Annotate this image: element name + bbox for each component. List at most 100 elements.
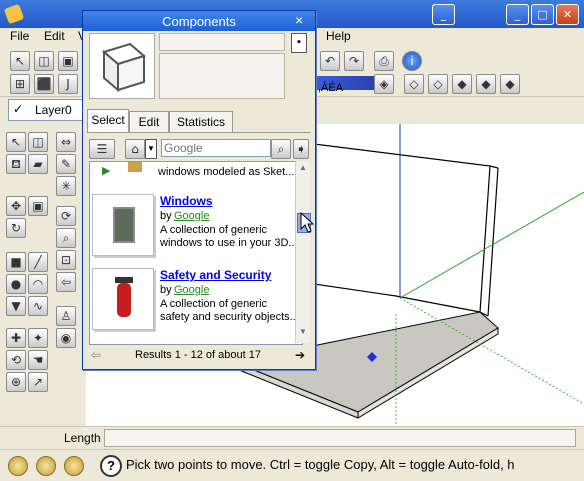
layer-dropdown[interactable]: ✓ Layer0 xyxy=(8,99,86,121)
position-camera-icon[interactable]: ♙ xyxy=(56,306,76,326)
monochrome-style-icon[interactable]: ◆ xyxy=(500,74,520,94)
component-list: ▶ windows modeled as Sket... Windows by … xyxy=(89,161,303,345)
nav-prev-icon[interactable]: ⇦ xyxy=(91,348,101,362)
look-around-icon[interactable]: ◉ xyxy=(56,328,76,348)
circle-tool-icon[interactable]: ● xyxy=(6,274,26,294)
tape-measure-icon[interactable]: ✎ xyxy=(56,154,76,174)
paint-tool-icon[interactable]: ▣ xyxy=(58,51,78,71)
zoom-icon[interactable]: ⌕ xyxy=(56,228,76,248)
status-hint: Pick two points to move. Ctrl = toggle C… xyxy=(126,457,515,472)
back-wall xyxy=(313,143,491,313)
credits-icon[interactable] xyxy=(36,456,56,476)
components-close-icon[interactable]: × xyxy=(295,12,303,28)
textured-style-icon[interactable]: ◆ xyxy=(476,74,496,94)
select-arrow-icon[interactable]: ↖ xyxy=(6,132,26,152)
scroll-down-icon[interactable]: ▼ xyxy=(297,327,309,339)
home-icon[interactable]: ⌂ xyxy=(125,139,145,159)
orbit-icon[interactable]: ⟳ xyxy=(56,206,76,226)
help-icon[interactable]: ? xyxy=(100,455,122,477)
search-icon[interactable]: ⌕ xyxy=(271,139,291,159)
list-scrollbar[interactable]: ▲ ▼ xyxy=(295,161,311,343)
polygon-tool-icon[interactable]: ▼ xyxy=(6,296,26,316)
nav-next-icon[interactable]: ➔ xyxy=(295,348,305,362)
status-bar: ? Pick two points to move. Ctrl = toggle… xyxy=(0,449,584,481)
line-tool-icon[interactable]: ╱ xyxy=(28,252,48,272)
component-preview xyxy=(89,33,155,99)
xray-style-icon[interactable]: ◈ xyxy=(374,74,394,94)
maximize-button[interactable]: □ xyxy=(531,4,554,25)
redo-icon[interactable]: ↷ xyxy=(344,51,364,71)
text-tool-icon[interactable]: J xyxy=(58,74,78,94)
collection-thumb-icon xyxy=(128,162,142,172)
arc-tool-icon[interactable]: ◠ xyxy=(28,274,48,294)
eraser-icon[interactable]: ▰ xyxy=(28,154,48,174)
left-tool-palette: ↖ ◫ ⛾ ▰ ✥ ▣ ↻ ■ ╱ ● ◠ ▼ ∿ ✚ ✦ ⟲ ☚ ⊕ ↗ ⇔ … xyxy=(0,124,86,424)
tab-edit[interactable]: Edit xyxy=(129,111,169,133)
move-tool-icon[interactable]: ✥ xyxy=(6,196,26,216)
collection-arrow-icon: ▶ xyxy=(102,165,111,177)
walk-tool-icon[interactable]: ↗ xyxy=(28,372,48,392)
details-toggle-icon[interactable]: ▪ xyxy=(291,33,307,53)
list-item[interactable]: ▶ windows modeled as Sket... xyxy=(94,162,294,186)
list-item[interactable]: Windows by Google A collection of generi… xyxy=(92,194,298,260)
component-description-field[interactable] xyxy=(159,53,285,99)
section-plane-icon[interactable]: ✚ xyxy=(6,328,26,348)
window-icon xyxy=(113,207,135,243)
component-name-field[interactable] xyxy=(159,33,285,51)
scroll-up-icon[interactable]: ▲ xyxy=(297,163,309,175)
measurements-input[interactable] xyxy=(104,429,576,447)
view-options-icon[interactable]: ☰ xyxy=(89,139,115,159)
minimize-button[interactable]: _ xyxy=(506,4,529,25)
model-info-icon[interactable]: i xyxy=(402,51,422,71)
components-title: Components xyxy=(162,14,236,29)
component-cube-icon xyxy=(101,42,147,93)
paint-bucket-icon[interactable]: ⛾ xyxy=(6,154,26,174)
menu-help[interactable]: Help xyxy=(326,29,351,43)
component-icon[interactable]: ⬛ xyxy=(34,74,54,94)
geo-location-icon[interactable] xyxy=(8,456,28,476)
doc-minimize-button[interactable]: _ xyxy=(432,4,455,25)
component-tool-icon[interactable]: ◫ xyxy=(28,132,48,152)
tab-select[interactable]: Select xyxy=(87,109,129,133)
zoom-window-icon[interactable]: ⊕ xyxy=(6,372,26,392)
dimension-tool-icon[interactable]: ⇔ xyxy=(56,132,76,152)
menu-file[interactable]: File xyxy=(10,29,29,43)
rectangle-tool-icon[interactable]: ■ xyxy=(6,252,26,272)
item-title-link[interactable]: Windows xyxy=(160,194,213,208)
orbit-tool-icon[interactable]: ⟲ xyxy=(6,350,26,370)
rotate-tool-icon[interactable]: ↻ xyxy=(6,218,26,238)
measurements-label: Length xyxy=(64,431,101,445)
eraser-tool-icon[interactable]: ◫ xyxy=(34,51,54,71)
freehand-tool-icon[interactable]: ∿ xyxy=(28,296,48,316)
item-author-link[interactable]: Google xyxy=(174,284,209,297)
collection-dropdown-icon[interactable]: ▼ xyxy=(145,139,157,159)
sketchup-app-icon xyxy=(3,3,25,25)
undo-icon[interactable]: ↶ xyxy=(320,51,340,71)
previous-view-icon[interactable]: ⇦ xyxy=(56,272,76,292)
menu-edit[interactable]: Edit xyxy=(44,29,65,43)
item-title-link[interactable]: Safety and Security xyxy=(160,268,271,282)
wireframe-style-icon[interactable]: ◇ xyxy=(404,74,424,94)
item-author-link[interactable]: Google xyxy=(174,210,209,223)
pan-tool-icon[interactable]: ☚ xyxy=(28,350,48,370)
zoom-extents-icon[interactable]: ⊡ xyxy=(56,250,76,270)
list-item[interactable]: Safety and Security by Google A collecti… xyxy=(92,268,299,334)
push-pull-icon[interactable]: ▣ xyxy=(28,196,48,216)
print-icon[interactable]: ⎙ xyxy=(374,51,394,71)
search-input[interactable] xyxy=(161,139,271,157)
close-button[interactable]: ✕ xyxy=(556,4,579,25)
results-count: Results 1 - 12 of about 17 xyxy=(135,349,261,361)
shaded-style-icon[interactable]: ◆ xyxy=(452,74,472,94)
section-cut-icon[interactable]: ✦ xyxy=(28,328,48,348)
tab-statistics[interactable]: Statistics xyxy=(169,111,233,133)
select-tool-icon[interactable]: ↖ xyxy=(10,51,30,71)
axes-tool-icon[interactable]: ✳ xyxy=(56,176,76,196)
layer-check-icon: ✓ xyxy=(13,102,24,116)
google-signin-icon[interactable] xyxy=(64,456,84,476)
details-arrow-icon[interactable]: ➧ xyxy=(293,139,309,159)
hidden-line-style-icon[interactable]: ◇ xyxy=(428,74,448,94)
item-by-label: by xyxy=(160,284,172,296)
item-by-label: by xyxy=(160,210,172,222)
mouse-cursor-icon xyxy=(300,212,315,233)
make-component-icon[interactable]: ⊞ xyxy=(10,74,30,94)
